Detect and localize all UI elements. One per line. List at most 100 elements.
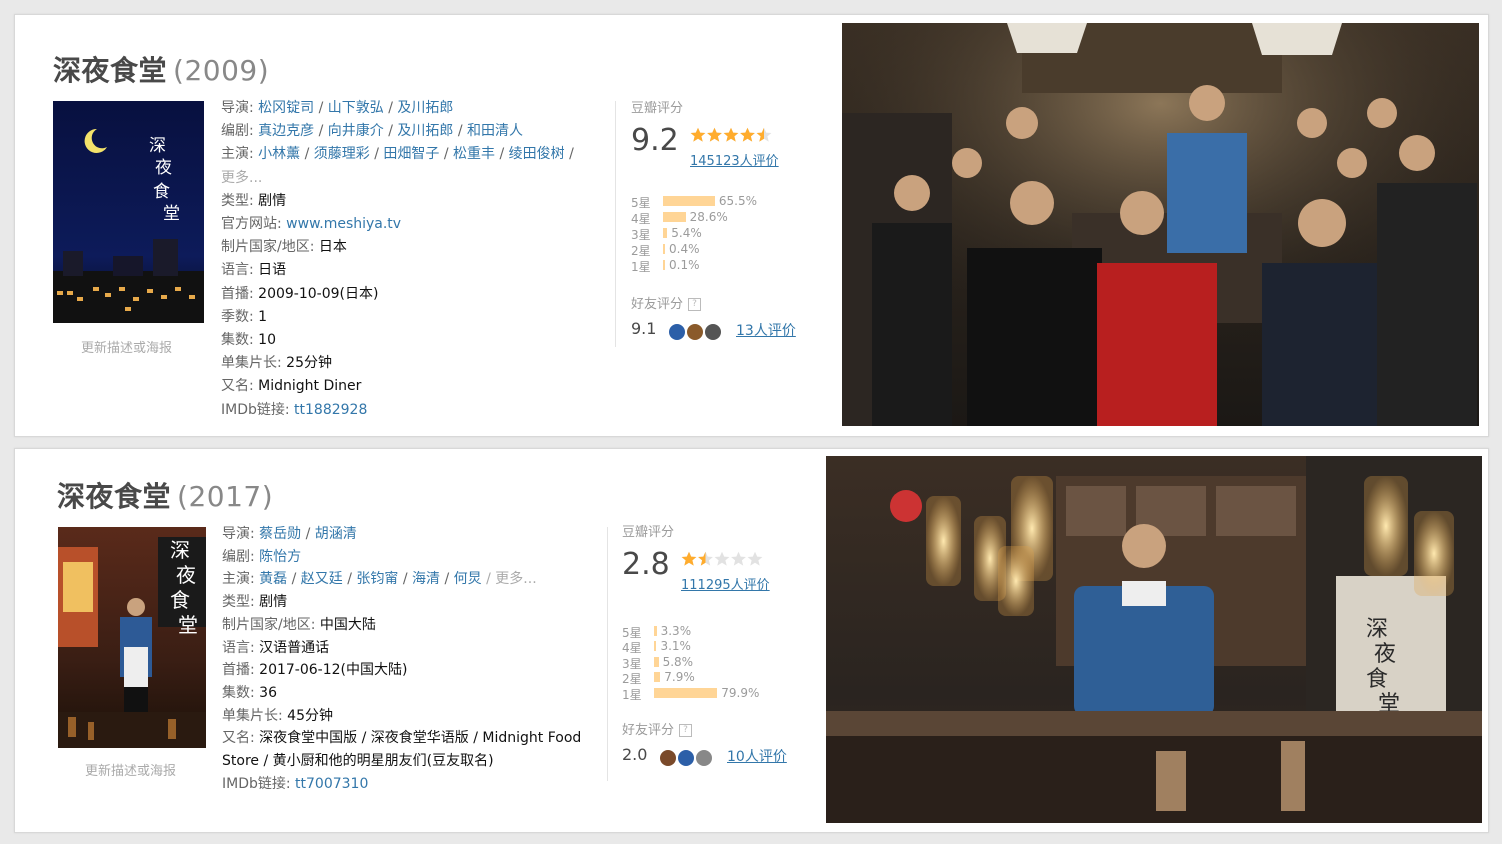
info-link[interactable]: 小林薰 bbox=[258, 146, 300, 162]
info-key: 语言: bbox=[221, 262, 259, 279]
rating-stars bbox=[681, 551, 763, 566]
info-link[interactable]: 黄磊 bbox=[259, 571, 287, 587]
info-link[interactable]: 向井康介 bbox=[328, 123, 384, 139]
rating-bar-star: 3星 bbox=[631, 227, 651, 242]
info-key: 首播: bbox=[221, 285, 259, 302]
info-link[interactable]: 及川拓郎 bbox=[397, 100, 453, 116]
info-link[interactable]: 真边克彦 bbox=[258, 123, 314, 139]
info-link[interactable]: tt7007310 bbox=[295, 776, 368, 792]
svg-text:夜: 夜 bbox=[1374, 642, 1396, 667]
separator: / bbox=[440, 571, 454, 588]
rating-bar-percent: 5.8% bbox=[662, 654, 694, 669]
separator: / bbox=[495, 146, 509, 163]
friend-count-link[interactable]: 13人评价 bbox=[736, 320, 796, 340]
rating-bar bbox=[654, 656, 659, 667]
info-link[interactable]: 绫田俊树 bbox=[509, 146, 565, 162]
rating-bar-star: 1星 bbox=[631, 259, 651, 274]
info-link[interactable]: 山下敦弘 bbox=[328, 100, 384, 116]
friend-score: 9.1 bbox=[631, 319, 657, 338]
info-link[interactable]: 松冈锭司 bbox=[258, 100, 314, 116]
star-icon bbox=[698, 551, 713, 566]
friend-count-link[interactable]: 10人评价 bbox=[727, 746, 787, 766]
info-link[interactable]: tt1882928 bbox=[294, 402, 367, 418]
info-link[interactable]: 何炅 bbox=[454, 571, 482, 587]
separator: / bbox=[453, 123, 468, 140]
svg-text:深: 深 bbox=[1366, 617, 1388, 642]
info-link[interactable]: 陈怡方 bbox=[259, 549, 301, 565]
rating-count-link[interactable]: 111295人评价 bbox=[681, 574, 770, 593]
rating-bar-row: 3星 5.8% bbox=[622, 654, 802, 671]
info-value: 36 bbox=[259, 684, 277, 701]
rating-count-link[interactable]: 145123人评价 bbox=[690, 150, 779, 169]
subject-title: 深夜食堂 (2009) bbox=[53, 54, 270, 87]
svg-text:堂: 堂 bbox=[178, 613, 198, 637]
avatar[interactable] bbox=[705, 323, 721, 340]
poster-image[interactable]: 深 夜 食 堂 bbox=[58, 527, 206, 748]
star-icon bbox=[714, 551, 730, 566]
info-row: Store / 黄小厨和他的明星朋友们(豆友取名) bbox=[222, 750, 581, 773]
still-photo[interactable] bbox=[842, 23, 1479, 426]
help-icon[interactable]: ? bbox=[679, 724, 693, 737]
subject-info: 导演: 松冈锭司 / 山下敦弘 / 及川拓郎 编剧: 真边克彦 / 向井康介 / … bbox=[221, 97, 574, 422]
info-link[interactable]: 松重丰 bbox=[453, 146, 495, 162]
info-row: 类型: 剧情 bbox=[222, 591, 581, 614]
info-link[interactable]: 和田清人 bbox=[467, 123, 523, 139]
svg-text:夜: 夜 bbox=[176, 563, 196, 587]
star-icon bbox=[723, 127, 739, 142]
info-value: 日语 bbox=[258, 262, 287, 279]
avatar[interactable] bbox=[687, 323, 703, 340]
info-row: 又名: 深夜食堂中国版 / 深夜食堂华语版 / Midnight Food bbox=[222, 727, 581, 750]
svg-text:食: 食 bbox=[170, 588, 190, 612]
rating-panel: 豆瓣评分 9.2 145123人评价 5星 65.5% 4星 28.6% 3星 5.4% 2星 0.… bbox=[631, 97, 831, 347]
update-poster-link[interactable]: 更新描述或海报 bbox=[81, 337, 172, 356]
separator: / bbox=[383, 100, 398, 116]
friend-rating-label: 好友评分? bbox=[631, 293, 702, 312]
info-link[interactable]: 须藤理彩 bbox=[314, 146, 370, 162]
rating-bar-row: 1星 79.9% bbox=[622, 686, 802, 702]
separator: / bbox=[369, 146, 384, 163]
svg-text:食: 食 bbox=[153, 182, 170, 202]
info-link[interactable]: 张钧甯 bbox=[356, 571, 398, 587]
rating-bar bbox=[663, 196, 715, 206]
more-link[interactable]: 更多... bbox=[221, 170, 262, 186]
info-row: 官方网站: www.meshiya.tv bbox=[221, 213, 574, 236]
info-value: 25分钟 bbox=[286, 355, 332, 372]
info-key: 主演: bbox=[221, 146, 259, 163]
subject-info: 导演: 蔡岳勋 / 胡涵清 编剧: 陈怡方 主演: 黄磊 / 赵又廷 / 张钧甯 /… bbox=[222, 523, 581, 795]
info-link[interactable]: 及川拓郎 bbox=[397, 123, 453, 139]
info-row: IMDb链接: tt7007310 bbox=[222, 773, 581, 796]
info-link[interactable]: 田畑智子 bbox=[383, 146, 439, 162]
still-photo[interactable]: 深 夜 食 堂 bbox=[826, 456, 1482, 823]
info-row: 单集片长: 25分钟 bbox=[221, 352, 574, 375]
info-row: 制片国家/地区: 日本 bbox=[221, 236, 574, 259]
avatar[interactable] bbox=[696, 749, 712, 766]
avatar[interactable] bbox=[669, 323, 685, 340]
info-row: 语言: 日语 bbox=[221, 259, 574, 282]
poster-image[interactable]: 深 夜 食 堂 bbox=[53, 101, 204, 323]
avatar[interactable] bbox=[660, 749, 676, 766]
separator: / bbox=[287, 571, 301, 588]
friend-rating-title: 好友评分 bbox=[622, 723, 675, 738]
help-icon[interactable]: ? bbox=[688, 298, 702, 311]
info-link[interactable]: 海清 bbox=[412, 571, 440, 587]
update-poster-link[interactable]: 更新描述或海报 bbox=[85, 760, 176, 779]
info-key: 制片国家/地区: bbox=[222, 616, 320, 633]
info-link[interactable]: 赵又廷 bbox=[301, 571, 343, 587]
svg-text:堂: 堂 bbox=[163, 204, 180, 224]
separator: / bbox=[301, 526, 315, 542]
info-link[interactable]: 蔡岳勋 bbox=[259, 526, 301, 542]
info-row: 语言: 汉语普通话 bbox=[222, 637, 581, 660]
rating-bar-row: 2星 0.4% bbox=[631, 242, 811, 258]
info-row: 导演: 蔡岳勋 / 胡涵清 bbox=[222, 523, 581, 546]
more-link[interactable]: / 更多... bbox=[482, 571, 537, 587]
rating-bar-row: 5星 3.3% bbox=[622, 624, 802, 640]
avatar[interactable] bbox=[678, 749, 694, 766]
rating-bar bbox=[654, 672, 661, 683]
info-link[interactable]: www.meshiya.tv bbox=[286, 216, 401, 232]
rating-bar-star: 1星 bbox=[622, 687, 642, 702]
rating-bar bbox=[663, 243, 665, 254]
svg-text:深: 深 bbox=[149, 136, 166, 156]
svg-text:夜: 夜 bbox=[155, 158, 172, 178]
info-value: 剧情 bbox=[258, 192, 287, 209]
info-link[interactable]: 胡涵清 bbox=[315, 526, 357, 542]
